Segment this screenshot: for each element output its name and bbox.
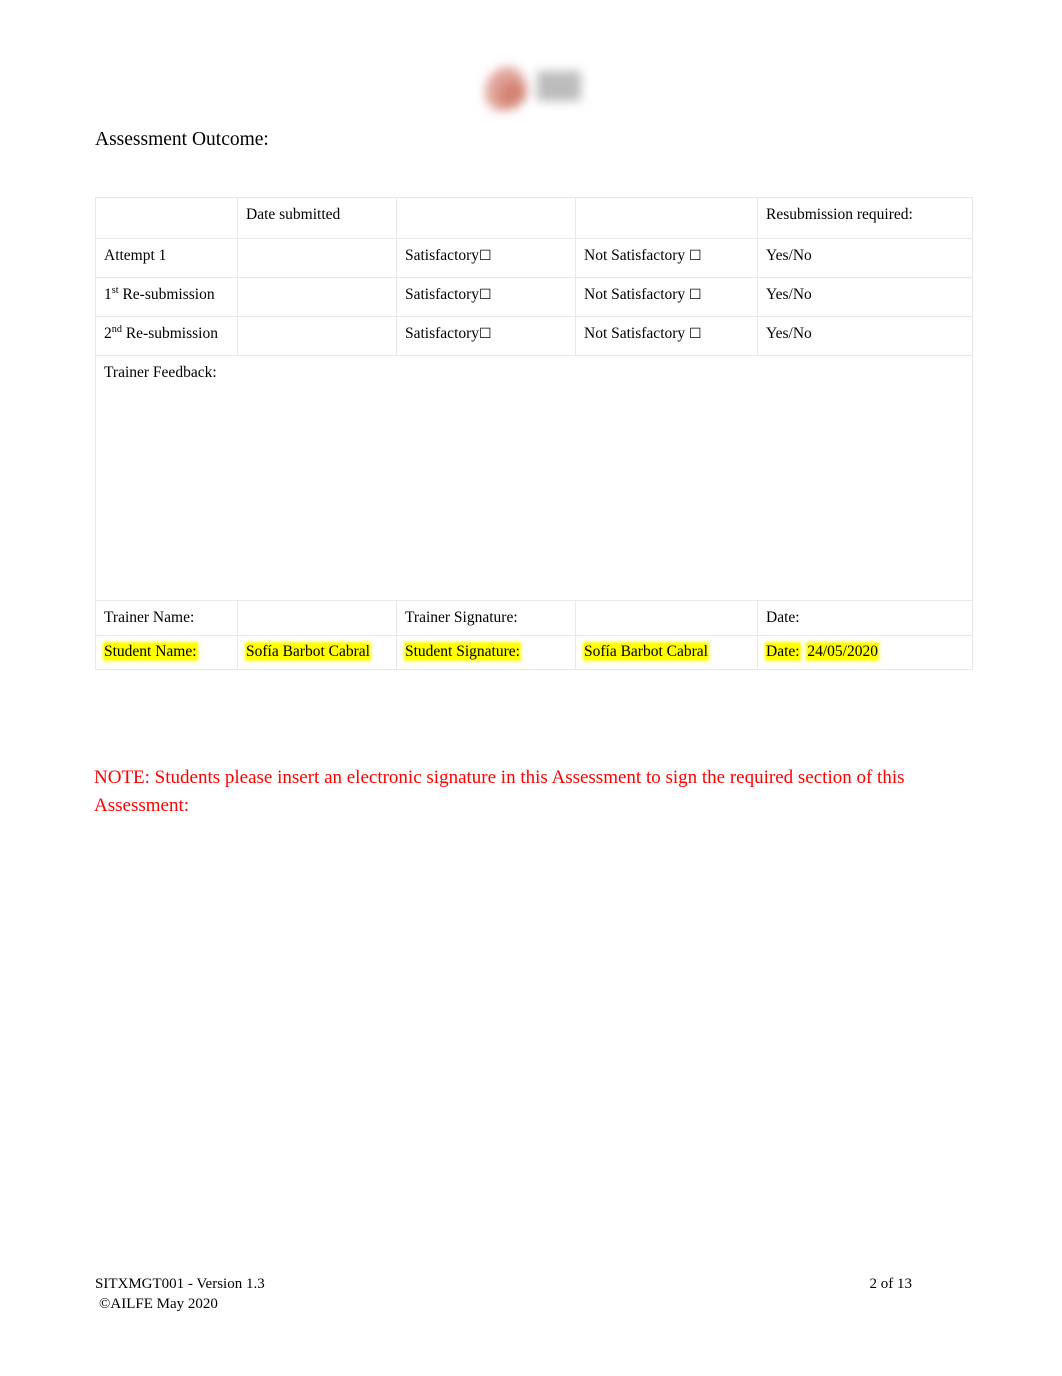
trainer-feedback-cell[interactable]: Trainer Feedback: xyxy=(95,355,973,601)
footer-copyright: ©AILFE May 2020 xyxy=(99,1295,218,1312)
table-row: Attempt 1 Satisfactory☐ Not Satisfactory… xyxy=(95,238,973,278)
header-cell-blank-1 xyxy=(95,197,238,239)
footer-unit-version: SITXMGT001 - Version 1.3 xyxy=(95,1276,265,1292)
student-name-value-cell[interactable]: Sofía Barbot Cabral xyxy=(237,635,397,670)
student-name-label-cell: Student Name: xyxy=(95,635,238,670)
attempt-ordinal-suffix-3: nd xyxy=(111,323,122,335)
document-logo xyxy=(0,46,1062,126)
not-satisfactory-checkbox-1[interactable]: ☐ xyxy=(689,248,702,264)
satisfactory-checkbox-3[interactable]: ☐ xyxy=(479,326,492,342)
student-signature-value[interactable]: Sofía Barbot Cabral xyxy=(584,643,708,660)
attempt-label-1: Attempt 1 xyxy=(95,238,238,278)
table-header-row: Date submitted Resubmission required: xyxy=(95,197,973,239)
student-date-value[interactable]: 24/05/2020 xyxy=(807,643,878,660)
trainer-signature-label: Trainer Signature: xyxy=(396,600,576,636)
student-name-value[interactable]: Sofía Barbot Cabral xyxy=(246,643,370,660)
attempt-text-3: Re-submission xyxy=(121,325,218,342)
footer-page-number: 2 of 13 xyxy=(869,1276,913,1292)
attempt-text-2: Re-submission xyxy=(118,286,215,303)
student-signature-label: Student Signature: xyxy=(405,643,520,660)
resubmission-value-1[interactable]: Yes/No xyxy=(757,238,973,278)
date-submitted-value-3[interactable] xyxy=(237,316,397,356)
header-cell-blank-3 xyxy=(575,197,758,239)
satisfactory-label-3: Satisfactory xyxy=(405,325,480,342)
resubmission-value-2[interactable]: Yes/No xyxy=(757,277,973,317)
trainer-feedback-label: Trainer Feedback: xyxy=(104,364,217,381)
trainer-date-label: Date: xyxy=(766,609,800,626)
logo-wordmark-block xyxy=(537,71,581,101)
page-footer: SITXMGT001 - Version 1.3 2 of 13 ©AILFE … xyxy=(95,1275,972,1314)
not-satisfactory-checkbox-3[interactable]: ☐ xyxy=(689,326,702,342)
student-date-cell[interactable]: Date: 24/05/2020 xyxy=(757,635,973,670)
satisfactory-checkbox-2[interactable]: ☐ xyxy=(479,287,492,303)
table-row: 2nd Re-submission Satisfactory☐ Not Sati… xyxy=(95,316,973,356)
not-satisfactory-option-3[interactable]: Not Satisfactory ☐ xyxy=(575,316,758,356)
not-satisfactory-label-1: Not Satisfactory xyxy=(584,247,686,264)
electronic-signature-note: NOTE: Students please insert an electron… xyxy=(94,767,905,816)
trainer-name-value[interactable] xyxy=(237,600,397,636)
attempt-ordinal-suffix-2: st xyxy=(111,284,119,296)
attempt-number-3: 2 xyxy=(104,325,112,342)
header-cell-date-submitted: Date submitted xyxy=(237,197,397,239)
ailfe-logo-icon xyxy=(471,55,591,117)
not-satisfactory-option-2[interactable]: Not Satisfactory ☐ xyxy=(575,277,758,317)
table-row: 1st Re-submission Satisfactory☐ Not Sati… xyxy=(95,277,973,317)
satisfactory-checkbox-1[interactable]: ☐ xyxy=(479,248,492,264)
student-name-label: Student Name: xyxy=(104,643,197,660)
attempt-label-3: 2nd Re-submission xyxy=(95,316,238,356)
student-signature-row: Student Name: Sofía Barbot Cabral Studen… xyxy=(95,635,973,670)
header-cell-resubmission-required: Resubmission required: xyxy=(757,197,973,239)
satisfactory-label-2: Satisfactory xyxy=(405,286,480,303)
satisfactory-label-1: Satisfactory xyxy=(405,247,480,264)
student-signature-value-cell[interactable]: Sofía Barbot Cabral xyxy=(575,635,758,670)
resubmission-value-3[interactable]: Yes/No xyxy=(757,316,973,356)
not-satisfactory-label-3: Not Satisfactory xyxy=(584,325,686,342)
trainer-feedback-row: Trainer Feedback: xyxy=(95,355,973,601)
student-date-label: Date: xyxy=(766,643,800,660)
not-satisfactory-option-1[interactable]: Not Satisfactory ☐ xyxy=(575,238,758,278)
page-title: Assessment Outcome: xyxy=(95,129,269,150)
satisfactory-option-1[interactable]: Satisfactory☐ xyxy=(396,238,576,278)
header-cell-blank-2 xyxy=(396,197,576,239)
trainer-date-cell[interactable]: Date: xyxy=(757,600,973,636)
date-submitted-value-2[interactable] xyxy=(237,277,397,317)
satisfactory-option-2[interactable]: Satisfactory☐ xyxy=(396,277,576,317)
trainer-signature-row: Trainer Name: Trainer Signature: Date: xyxy=(95,600,973,636)
date-submitted-value-1[interactable] xyxy=(237,238,397,278)
satisfactory-option-3[interactable]: Satisfactory☐ xyxy=(396,316,576,356)
trainer-signature-value[interactable] xyxy=(575,600,758,636)
not-satisfactory-checkbox-2[interactable]: ☐ xyxy=(689,287,702,303)
student-signature-label-cell: Student Signature: xyxy=(396,635,576,670)
trainer-name-label: Trainer Name: xyxy=(95,600,238,636)
not-satisfactory-label-2: Not Satisfactory xyxy=(584,286,686,303)
assessment-outcome-table: Date submitted Resubmission required: At… xyxy=(95,197,973,670)
attempt-label-2: 1st Re-submission xyxy=(95,277,238,317)
attempt-number-2: 1 xyxy=(104,286,112,303)
